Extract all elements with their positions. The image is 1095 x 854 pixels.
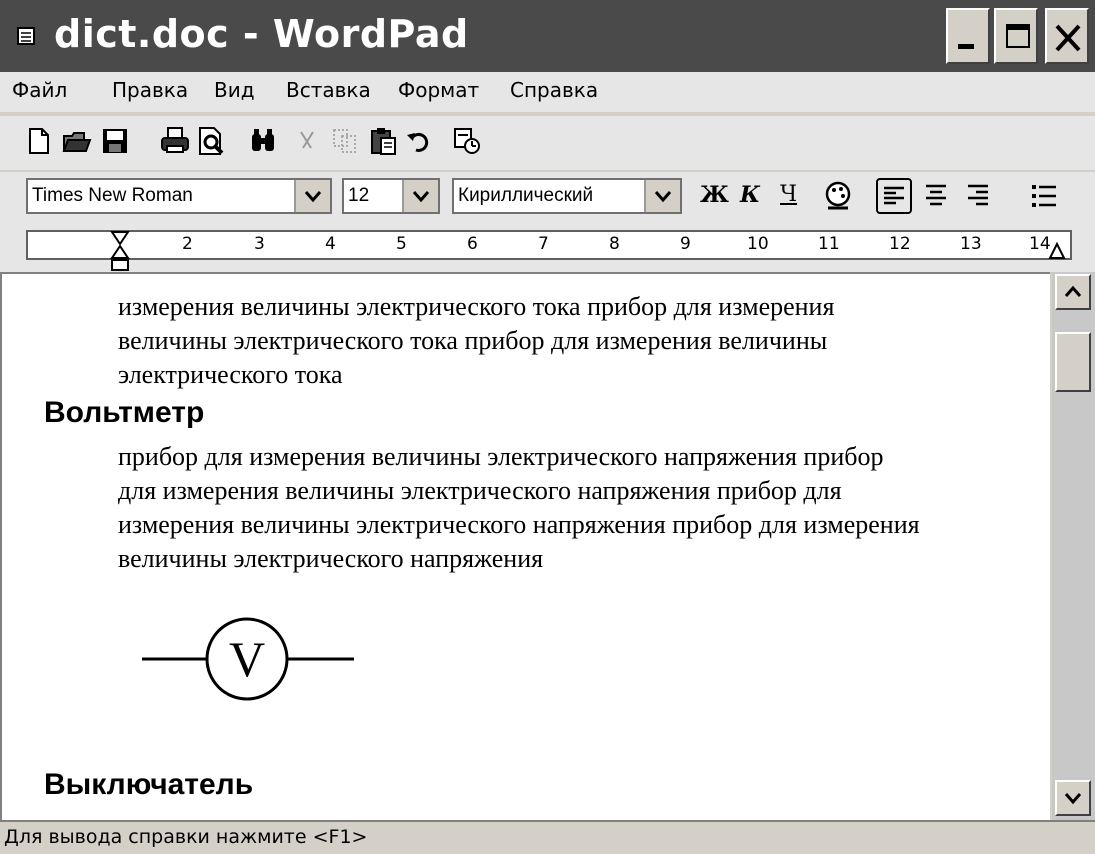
print-preview-icon[interactable] <box>196 126 226 156</box>
color-palette-icon[interactable] <box>822 180 854 212</box>
align-left-button[interactable] <box>876 178 912 214</box>
chevron-down-icon <box>654 191 672 203</box>
ruler-number: 5 <box>396 234 407 254</box>
vertical-scrollbar[interactable] <box>1052 272 1095 820</box>
text-line: измерения величины электрического напряж… <box>118 510 920 539</box>
voltmeter-letter: V <box>229 631 265 687</box>
ruler-number: 12 <box>889 234 911 254</box>
copy-icon[interactable] <box>330 126 360 156</box>
title-bar[interactable]: dict.doc - WordPad <box>0 0 1095 72</box>
size-combo[interactable]: 12 <box>342 178 440 214</box>
menu-edit[interactable]: Правка <box>112 78 188 102</box>
find-icon[interactable] <box>248 126 278 156</box>
paragraph: измерения величины электрического тока п… <box>118 290 834 392</box>
save-icon[interactable] <box>100 126 130 156</box>
document-area[interactable]: измерения величины электрического тока п… <box>0 272 1050 820</box>
ruler[interactable]: 2 3 4 5 6 7 8 9 10 11 12 13 14 <box>26 230 1072 271</box>
ruler-number: 7 <box>538 234 549 254</box>
minimize-button[interactable] <box>946 8 990 64</box>
text-line: электрического тока <box>118 360 343 389</box>
maximize-icon <box>1006 24 1030 48</box>
text-line: величины электрического тока прибор для … <box>118 326 828 355</box>
status-text: Для вывода справки нажмите <F1> <box>4 826 368 848</box>
chevron-up-icon <box>1064 285 1082 297</box>
font-dropdown-button[interactable] <box>294 180 330 212</box>
text-line: прибор для измерения величины электричес… <box>118 442 884 471</box>
print-icon[interactable] <box>160 126 190 156</box>
bullets-icon[interactable] <box>1028 180 1060 212</box>
heading-voltmeter: Вольтметр <box>44 396 205 429</box>
font-combo[interactable]: Times New Roman <box>26 178 332 214</box>
cut-icon[interactable] <box>292 126 322 156</box>
indent-marker-icon[interactable] <box>110 230 130 274</box>
chevron-down-icon <box>304 191 322 203</box>
text-line: для измерения величины электрического на… <box>118 476 842 505</box>
scroll-down-button[interactable] <box>1055 780 1091 816</box>
wordpad-window: dict.doc - WordPad Файл Правка Вид Встав… <box>0 0 1095 854</box>
script-dropdown-button[interactable] <box>644 180 680 212</box>
text-line: величины электрического напряжения <box>118 544 544 573</box>
menu-insert[interactable]: Вставка <box>286 78 371 102</box>
align-center-icon[interactable] <box>920 180 952 212</box>
ruler-number: 13 <box>960 234 982 254</box>
script-combo[interactable]: Кириллический <box>452 178 682 214</box>
paragraph: прибор для измерения величины электричес… <box>118 440 920 576</box>
standard-toolbar <box>0 116 1095 170</box>
ruler-number: 11 <box>818 234 840 254</box>
window-title: dict.doc - WordPad <box>54 12 469 56</box>
menu-help[interactable]: Справка <box>510 78 598 102</box>
align-left-icon <box>884 186 904 205</box>
open-icon[interactable] <box>62 126 92 156</box>
bold-button[interactable]: Ж <box>700 182 729 208</box>
text-line: измерения величины электрического тока п… <box>118 292 835 321</box>
right-indent-marker-icon[interactable] <box>1048 242 1066 260</box>
menu-format[interactable]: Формат <box>398 78 479 102</box>
ruler-number: 10 <box>747 234 769 254</box>
minimize-icon <box>958 44 974 49</box>
maximize-button[interactable] <box>994 8 1038 64</box>
ruler-number: 4 <box>325 234 336 254</box>
italic-button[interactable]: К <box>740 182 760 208</box>
size-value: 12 <box>348 185 370 206</box>
close-button[interactable] <box>1045 8 1089 64</box>
font-value: Times New Roman <box>32 185 193 206</box>
chevron-down-icon <box>412 191 430 203</box>
scroll-thumb[interactable] <box>1055 332 1091 392</box>
size-dropdown-button[interactable] <box>402 180 438 212</box>
undo-icon[interactable] <box>404 126 434 156</box>
chevron-down-icon <box>1064 793 1082 805</box>
format-toolbar: Times New Roman 12 Кириллический Ж К Ч <box>0 172 1095 224</box>
ruler-number: 9 <box>680 234 691 254</box>
menu-file[interactable]: Файл <box>12 78 67 102</box>
underline-button[interactable]: Ч <box>780 182 797 207</box>
ruler-bar: 2 3 4 5 6 7 8 9 10 11 12 13 14 <box>0 224 1095 272</box>
ruler-number: 6 <box>467 234 478 254</box>
script-value: Кириллический <box>458 185 594 206</box>
document-icon <box>17 27 35 45</box>
close-icon <box>1055 24 1081 52</box>
ruler-number: 8 <box>609 234 620 254</box>
status-bar: Для вывода справки нажмите <F1> <box>0 820 1095 854</box>
scroll-up-button[interactable] <box>1055 274 1091 310</box>
align-right-icon[interactable] <box>962 180 994 212</box>
menu-view[interactable]: Вид <box>214 78 255 102</box>
paste-icon[interactable] <box>368 126 398 156</box>
ruler-number: 2 <box>182 234 193 254</box>
ruler-number: 3 <box>254 234 265 254</box>
new-icon[interactable] <box>24 126 54 156</box>
menu-bar: Файл Правка Вид Вставка Формат Справка <box>0 72 1095 112</box>
insert-datetime-icon[interactable] <box>452 126 482 156</box>
voltmeter-symbol: V <box>142 617 354 701</box>
heading-switch: Выключатель <box>44 768 254 801</box>
